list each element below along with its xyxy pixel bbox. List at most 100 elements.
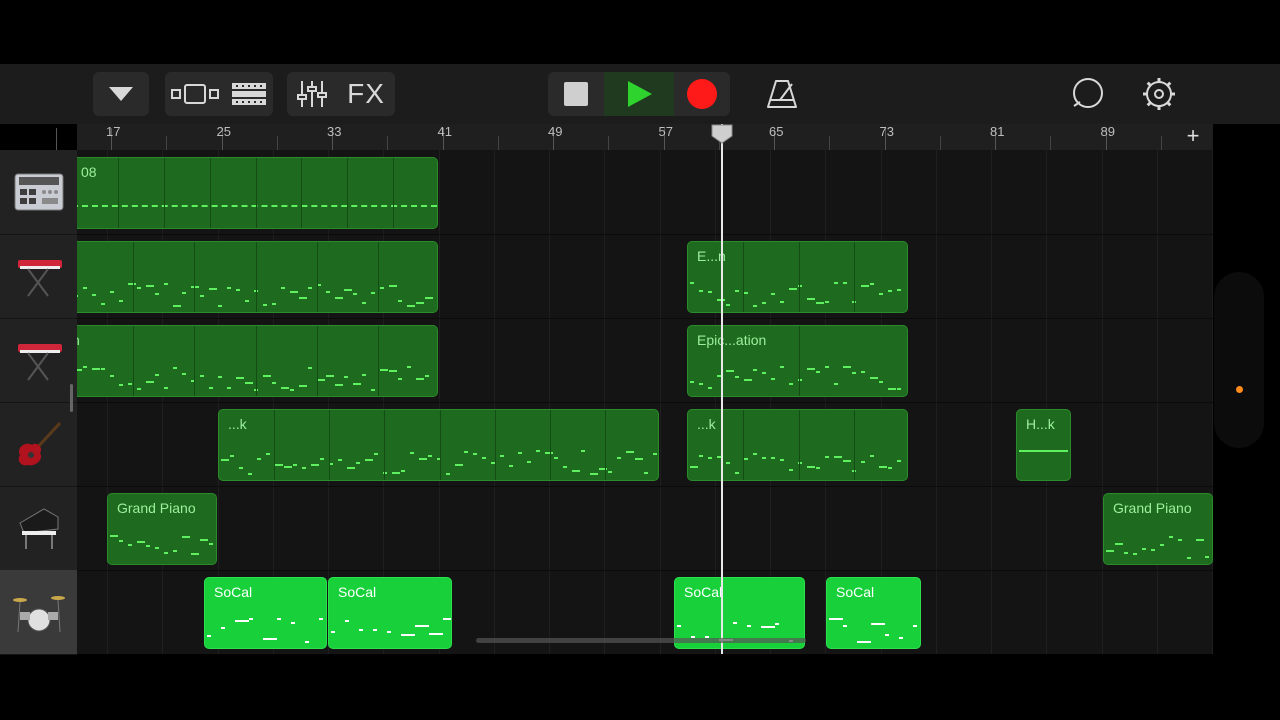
region[interactable]: SoCal	[328, 577, 452, 649]
midi-note	[708, 457, 712, 459]
region[interactable]: Grand Piano	[1103, 493, 1213, 565]
midi-note	[218, 305, 222, 307]
midi-note	[744, 292, 748, 294]
tracks-area[interactable]: 08 E...n n Epic...ation ...k ...k H...k …	[77, 150, 1213, 654]
midi-note	[299, 385, 307, 387]
play-button[interactable]	[604, 72, 674, 116]
midi-note	[245, 382, 253, 384]
midi-note	[398, 378, 402, 380]
add-section-button[interactable]: +	[1180, 124, 1206, 150]
midi-note	[581, 450, 585, 452]
keyboard-synth-icon	[17, 344, 62, 381]
gear-icon	[1143, 78, 1175, 110]
midi-note	[353, 293, 357, 295]
drum-kit-icon	[12, 596, 65, 633]
midi-note	[780, 366, 784, 368]
instrument-view-button[interactable]	[171, 72, 219, 116]
midi-note	[92, 368, 100, 370]
midi-note	[429, 633, 443, 635]
midi-note	[870, 283, 874, 285]
fx-button[interactable]: FX	[347, 72, 385, 116]
region[interactable]: H...k	[1016, 409, 1071, 481]
stop-button[interactable]	[548, 72, 604, 116]
track-list-scroll-indicator	[70, 384, 73, 412]
region-loop-divider	[133, 242, 134, 312]
region-loop-divider	[605, 410, 606, 480]
midi-note	[771, 293, 775, 295]
track-header-drum-machine[interactable]	[0, 150, 77, 235]
midi-note	[753, 305, 757, 307]
midi-note	[221, 627, 225, 629]
midi-note	[825, 366, 829, 368]
midi-note	[128, 544, 132, 546]
midi-note	[726, 304, 730, 306]
midi-note	[888, 388, 896, 390]
midi-note	[428, 455, 432, 457]
midi-note	[747, 625, 751, 627]
midi-note	[1169, 536, 1173, 538]
region-loop-divider	[133, 326, 134, 396]
transport-group	[548, 72, 730, 116]
track-navigator[interactable]	[1214, 272, 1264, 448]
metronome-button[interactable]	[760, 72, 804, 116]
region-loop-divider	[317, 326, 318, 396]
midi-note	[290, 291, 298, 293]
region-loop-divider	[384, 410, 385, 480]
region-loop-divider	[743, 410, 744, 480]
track-header-bass-guitar[interactable]	[0, 402, 77, 487]
midi-note	[239, 467, 243, 469]
midi-note	[690, 282, 694, 284]
midi-note	[744, 458, 748, 460]
region[interactable]: Grand Piano	[107, 493, 217, 565]
midi-note	[843, 460, 851, 462]
region[interactable]: ...k	[218, 409, 659, 481]
midi-note	[380, 287, 384, 289]
midi-note	[257, 458, 261, 460]
midi-note	[119, 300, 123, 302]
track-header-grand-piano[interactable]	[0, 486, 77, 571]
region-loop-divider	[550, 410, 551, 480]
midi-note	[897, 460, 901, 462]
midi-note	[879, 466, 887, 468]
timeline-ruler[interactable]: 17 25 33 41 49 57 65 73 81 89	[56, 124, 1213, 151]
region[interactable]: 08	[77, 157, 438, 229]
midi-note	[407, 305, 415, 307]
tracks-view-button[interactable]	[231, 72, 267, 116]
midi-note	[290, 389, 294, 391]
region-loop-divider	[347, 158, 348, 228]
midi-note	[209, 543, 213, 545]
midi-note	[780, 459, 784, 461]
settings-button[interactable]	[1137, 72, 1181, 116]
region[interactable]	[77, 241, 438, 313]
playhead-handle[interactable]	[711, 124, 733, 144]
triangle-down-icon	[109, 87, 133, 101]
midi-note	[371, 292, 375, 294]
midi-note	[272, 382, 276, 384]
view-menu-button[interactable]	[108, 72, 134, 116]
loops-button[interactable]	[1066, 72, 1110, 116]
playhead[interactable]	[721, 124, 723, 654]
mixer-button[interactable]	[297, 72, 328, 116]
region-loop-divider	[854, 242, 855, 312]
midi-note	[879, 381, 883, 383]
midi-note	[155, 547, 159, 549]
control-bar: FX	[0, 64, 1280, 124]
track-header-drums[interactable]	[0, 570, 77, 655]
midi-note-line	[1019, 450, 1068, 452]
midi-note	[164, 283, 168, 285]
region[interactable]: n	[77, 325, 438, 397]
midi-note	[128, 283, 136, 285]
midi-note	[762, 372, 766, 374]
region[interactable]: SoCal	[204, 577, 327, 649]
midi-note	[425, 297, 433, 299]
track-header-synth-2[interactable]	[0, 318, 77, 403]
track-header-synth-1[interactable]	[0, 234, 77, 319]
region[interactable]: SoCal	[826, 577, 921, 649]
midi-note	[227, 287, 231, 289]
record-button[interactable]	[674, 72, 730, 116]
midi-note	[789, 383, 793, 385]
horizontal-scrollbar[interactable]	[476, 638, 806, 643]
midi-note	[870, 455, 874, 457]
midi-note	[387, 631, 391, 633]
region-name: SoCal	[684, 584, 723, 600]
